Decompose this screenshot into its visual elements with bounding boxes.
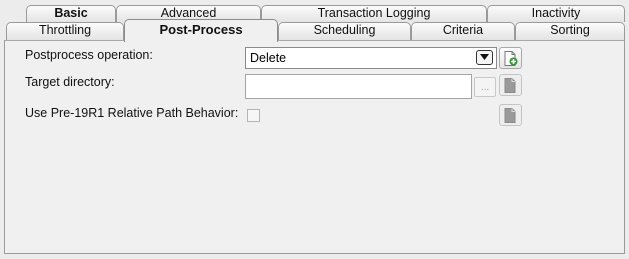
target-directory-label: Target directory: [25, 75, 115, 89]
add-variable-button[interactable] [499, 47, 522, 69]
relative-path-checkbox[interactable] [247, 109, 260, 122]
relative-path-variable-button[interactable] [499, 104, 522, 126]
target-directory-variable-button[interactable] [499, 74, 522, 96]
document-add-icon [504, 51, 518, 66]
chevron-down-icon[interactable] [476, 50, 493, 65]
document-icon [504, 78, 516, 93]
postprocess-operation-select[interactable]: Delete [245, 47, 497, 69]
browse-button[interactable]: ... [474, 77, 496, 97]
postprocess-operation-label: Postprocess operation: [25, 48, 153, 62]
relative-path-label: Use Pre-19R1 Relative Path Behavior: [25, 106, 239, 120]
postprocess-operation-value: Delete [250, 51, 287, 65]
document-icon [504, 108, 516, 123]
target-directory-input[interactable] [245, 74, 472, 99]
